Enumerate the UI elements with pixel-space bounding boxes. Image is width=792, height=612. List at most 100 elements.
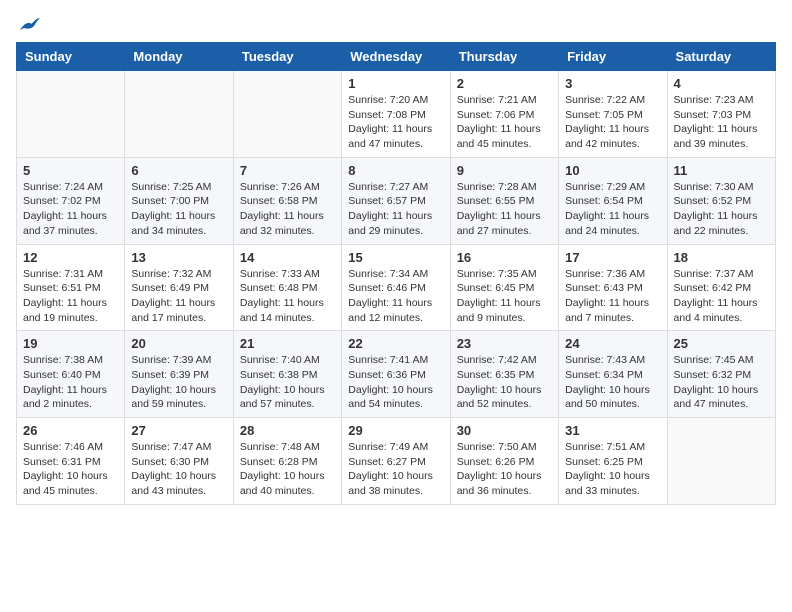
calendar-day-29: 29 Sunrise: 7:49 AMSunset: 6:27 PMDayligh… [342, 418, 450, 505]
calendar-day-17: 17 Sunrise: 7:36 AMSunset: 6:43 PMDayligh… [559, 244, 667, 331]
calendar-day-10: 10 Sunrise: 7:29 AMSunset: 6:54 PMDayligh… [559, 157, 667, 244]
day-info: Sunrise: 7:29 AMSunset: 6:54 PMDaylight:… [565, 180, 660, 239]
day-info: Sunrise: 7:50 AMSunset: 6:26 PMDaylight:… [457, 440, 552, 499]
calendar-day-7: 7 Sunrise: 7:26 AMSunset: 6:58 PMDaylight… [233, 157, 341, 244]
day-number: 30 [457, 423, 552, 438]
day-info: Sunrise: 7:33 AMSunset: 6:48 PMDaylight:… [240, 267, 335, 326]
page-header [16, 16, 776, 34]
weekday-header-friday: Friday [559, 43, 667, 71]
day-number: 15 [348, 250, 443, 265]
calendar-empty-cell [17, 71, 125, 158]
day-info: Sunrise: 7:26 AMSunset: 6:58 PMDaylight:… [240, 180, 335, 239]
calendar-week-row: 12 Sunrise: 7:31 AMSunset: 6:51 PMDayligh… [17, 244, 776, 331]
day-info: Sunrise: 7:23 AMSunset: 7:03 PMDaylight:… [674, 93, 769, 152]
day-number: 7 [240, 163, 335, 178]
logo-bird-icon [18, 16, 40, 34]
calendar-empty-cell [125, 71, 233, 158]
day-number: 4 [674, 76, 769, 91]
day-number: 16 [457, 250, 552, 265]
calendar-empty-cell [233, 71, 341, 158]
day-info: Sunrise: 7:31 AMSunset: 6:51 PMDaylight:… [23, 267, 118, 326]
day-number: 27 [131, 423, 226, 438]
calendar-day-20: 20 Sunrise: 7:39 AMSunset: 6:39 PMDayligh… [125, 331, 233, 418]
calendar-empty-cell [667, 418, 775, 505]
calendar-day-22: 22Sunrise: 7:41 AMSunset: 6:36 PMDayligh… [342, 331, 450, 418]
calendar-week-row: 19 Sunrise: 7:38 AMSunset: 6:40 PMDayligh… [17, 331, 776, 418]
day-info: Sunrise: 7:37 AMSunset: 6:42 PMDaylight:… [674, 267, 769, 326]
calendar-day-15: 15 Sunrise: 7:34 AMSunset: 6:46 PMDayligh… [342, 244, 450, 331]
day-number: 31 [565, 423, 660, 438]
calendar-day-31: 31 Sunrise: 7:51 AMSunset: 6:25 PMDayligh… [559, 418, 667, 505]
day-info: Sunrise: 7:46 AMSunset: 6:31 PMDaylight:… [23, 440, 118, 499]
day-info: Sunrise: 7:25 AMSunset: 7:00 PMDaylight:… [131, 180, 226, 239]
day-number: 2 [457, 76, 552, 91]
day-info: Sunrise: 7:21 AMSunset: 7:06 PMDaylight:… [457, 93, 552, 152]
day-number: 19 [23, 336, 118, 351]
calendar-day-1: 1 Sunrise: 7:20 AMSunset: 7:08 PMDaylight… [342, 71, 450, 158]
calendar-day-24: 24Sunrise: 7:43 AMSunset: 6:34 PMDayligh… [559, 331, 667, 418]
day-info: Sunrise: 7:42 AMSunset: 6:35 PMDaylight:… [457, 353, 552, 412]
day-info: Sunrise: 7:34 AMSunset: 6:46 PMDaylight:… [348, 267, 443, 326]
weekday-header-sunday: Sunday [17, 43, 125, 71]
day-info: Sunrise: 7:35 AMSunset: 6:45 PMDaylight:… [457, 267, 552, 326]
day-number: 25 [674, 336, 769, 351]
day-info: Sunrise: 7:30 AMSunset: 6:52 PMDaylight:… [674, 180, 769, 239]
day-number: 17 [565, 250, 660, 265]
weekday-header-saturday: Saturday [667, 43, 775, 71]
day-info: Sunrise: 7:47 AMSunset: 6:30 PMDaylight:… [131, 440, 226, 499]
day-number: 9 [457, 163, 552, 178]
calendar-header-row: SundayMondayTuesdayWednesdayThursdayFrid… [17, 43, 776, 71]
day-info: Sunrise: 7:38 AMSunset: 6:40 PMDaylight:… [23, 353, 118, 412]
day-number: 6 [131, 163, 226, 178]
day-info: Sunrise: 7:49 AMSunset: 6:27 PMDaylight:… [348, 440, 443, 499]
day-info: Sunrise: 7:45 AMSunset: 6:32 PMDaylight:… [674, 353, 769, 412]
weekday-header-tuesday: Tuesday [233, 43, 341, 71]
calendar-week-row: 5Sunrise: 7:24 AMSunset: 7:02 PMDaylight… [17, 157, 776, 244]
day-number: 13 [131, 250, 226, 265]
calendar-day-8: 8 Sunrise: 7:27 AMSunset: 6:57 PMDaylight… [342, 157, 450, 244]
day-info: Sunrise: 7:22 AMSunset: 7:05 PMDaylight:… [565, 93, 660, 152]
calendar-day-5: 5Sunrise: 7:24 AMSunset: 7:02 PMDaylight… [17, 157, 125, 244]
day-info: Sunrise: 7:20 AMSunset: 7:08 PMDaylight:… [348, 93, 443, 152]
calendar-day-18: 18 Sunrise: 7:37 AMSunset: 6:42 PMDayligh… [667, 244, 775, 331]
day-number: 12 [23, 250, 118, 265]
day-number: 3 [565, 76, 660, 91]
calendar-day-9: 9 Sunrise: 7:28 AMSunset: 6:55 PMDaylight… [450, 157, 558, 244]
calendar-day-4: 4 Sunrise: 7:23 AMSunset: 7:03 PMDaylight… [667, 71, 775, 158]
day-number: 8 [348, 163, 443, 178]
day-number: 14 [240, 250, 335, 265]
day-info: Sunrise: 7:39 AMSunset: 6:39 PMDaylight:… [131, 353, 226, 412]
calendar-day-26: 26 Sunrise: 7:46 AMSunset: 6:31 PMDayligh… [17, 418, 125, 505]
weekday-header-monday: Monday [125, 43, 233, 71]
day-number: 1 [348, 76, 443, 91]
day-number: 11 [674, 163, 769, 178]
calendar-day-2: 2 Sunrise: 7:21 AMSunset: 7:06 PMDaylight… [450, 71, 558, 158]
day-info: Sunrise: 7:27 AMSunset: 6:57 PMDaylight:… [348, 180, 443, 239]
calendar-table: SundayMondayTuesdayWednesdayThursdayFrid… [16, 42, 776, 505]
day-number: 10 [565, 163, 660, 178]
day-number: 26 [23, 423, 118, 438]
calendar-week-row: 1 Sunrise: 7:20 AMSunset: 7:08 PMDaylight… [17, 71, 776, 158]
day-number: 5 [23, 163, 118, 178]
weekday-header-wednesday: Wednesday [342, 43, 450, 71]
day-info: Sunrise: 7:32 AMSunset: 6:49 PMDaylight:… [131, 267, 226, 326]
day-number: 18 [674, 250, 769, 265]
calendar-day-28: 28Sunrise: 7:48 AMSunset: 6:28 PMDayligh… [233, 418, 341, 505]
day-info: Sunrise: 7:28 AMSunset: 6:55 PMDaylight:… [457, 180, 552, 239]
day-info: Sunrise: 7:40 AMSunset: 6:38 PMDaylight:… [240, 353, 335, 412]
day-info: Sunrise: 7:43 AMSunset: 6:34 PMDaylight:… [565, 353, 660, 412]
calendar-day-13: 13 Sunrise: 7:32 AMSunset: 6:49 PMDayligh… [125, 244, 233, 331]
calendar-day-19: 19 Sunrise: 7:38 AMSunset: 6:40 PMDayligh… [17, 331, 125, 418]
day-number: 21 [240, 336, 335, 351]
day-info: Sunrise: 7:51 AMSunset: 6:25 PMDaylight:… [565, 440, 660, 499]
day-info: Sunrise: 7:36 AMSunset: 6:43 PMDaylight:… [565, 267, 660, 326]
calendar-day-3: 3 Sunrise: 7:22 AMSunset: 7:05 PMDaylight… [559, 71, 667, 158]
calendar-day-21: 21 Sunrise: 7:40 AMSunset: 6:38 PMDayligh… [233, 331, 341, 418]
logo [16, 16, 40, 34]
day-number: 22 [348, 336, 443, 351]
calendar-day-27: 27 Sunrise: 7:47 AMSunset: 6:30 PMDayligh… [125, 418, 233, 505]
day-number: 28 [240, 423, 335, 438]
day-number: 20 [131, 336, 226, 351]
day-number: 29 [348, 423, 443, 438]
day-number: 23 [457, 336, 552, 351]
